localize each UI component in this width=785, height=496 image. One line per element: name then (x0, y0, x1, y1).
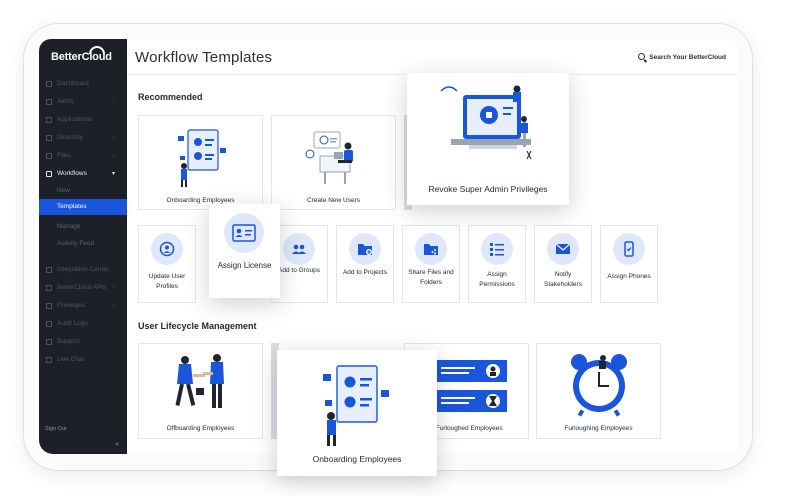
license-card-icon (224, 213, 264, 253)
sidebar-item-files[interactable]: Files › (39, 149, 127, 163)
header-bar: Workflow Templates Search Your BetterClo… (127, 39, 738, 75)
template-card-offboarding[interactable]: Offboarding Employees (138, 343, 263, 439)
checklist-icon (481, 233, 513, 265)
collapse-sidebar-icon[interactable]: « (115, 441, 119, 448)
bettercloud-logo: BetterCloud (51, 46, 112, 63)
sidebar-item-directory[interactable]: Directory › (39, 131, 127, 145)
chevron-right-icon: › (113, 285, 115, 291)
card-label: Assign Permissions (479, 271, 515, 288)
template-card-furloughing[interactable]: Furloughing Employees (536, 343, 661, 439)
sidebar-item-audit-logs[interactable]: Audit Logs (39, 317, 127, 331)
sidebar-item-applications[interactable]: Applications (39, 113, 127, 127)
sidebar-item-integration-center[interactable]: Integration Center (39, 263, 127, 277)
floating-card-onboarding[interactable]: Onboarding Employees (277, 350, 437, 476)
template-card-notify-stakeholders[interactable]: Notify Stakeholders (534, 225, 592, 303)
sign-out-link[interactable]: Sign Out (45, 426, 66, 432)
sidebar-item-workflows[interactable]: Workflows ▾ (39, 167, 127, 181)
template-card-onboarding[interactable]: Onboarding Employees (138, 115, 263, 210)
page-title: Workflow Templates (135, 49, 273, 66)
template-card-add-to-projects[interactable]: Add to Projects (336, 225, 394, 303)
files-icon (46, 153, 52, 159)
section-title-lifecycle: User Lifecycle Management (138, 321, 257, 331)
workflows-icon (46, 171, 52, 177)
sidebar: BetterCloud Dashboard Alerts › Applicatio… (39, 39, 135, 454)
card-label: Furloughing Employees (564, 425, 633, 432)
offboarding-illustration (175, 354, 224, 408)
furloughing-illustration (571, 354, 627, 417)
sidebar-item-alerts[interactable]: Alerts › (39, 95, 127, 109)
chevron-right-icon: › (113, 135, 115, 141)
sidebar-subitem-activity-feed[interactable]: Activity Feed (39, 236, 127, 252)
card-label: Share Files and Folders (408, 269, 454, 286)
card-label: Assign Phones (607, 273, 651, 280)
floating-card-label: Assign License (217, 261, 272, 270)
sidebar-item-live-chat[interactable]: Live Chat (39, 353, 127, 367)
api-icon (46, 285, 52, 291)
template-card-share-files[interactable]: Share Files and Folders (402, 225, 460, 303)
chevron-right-icon: › (113, 99, 115, 105)
onboarding-illustration (178, 129, 226, 187)
card-label: Offboarding Employees (166, 425, 235, 432)
card-label: Add to Projects (342, 269, 388, 276)
card-label: Create New Users (306, 197, 361, 204)
template-card-assign-permissions[interactable]: Assign Permissions (468, 225, 526, 303)
revoke-admin-illustration (440, 85, 532, 160)
floating-card-label: Revoke Super Admin Privileges (428, 184, 548, 194)
integration-icon (46, 267, 52, 273)
sidebar-item-support[interactable]: Support (39, 335, 127, 349)
folder-share-icon (415, 233, 447, 265)
chevron-right-icon: › (113, 153, 115, 159)
mail-icon (547, 233, 579, 265)
sidebar-subitem-new[interactable]: New (39, 183, 127, 199)
applications-icon (46, 117, 52, 123)
phone-icon (613, 233, 645, 265)
alert-icon (46, 99, 52, 105)
template-card-update-user-profiles[interactable]: Update User Profiles (138, 225, 196, 303)
template-card-assign-phones[interactable]: Assign Phones (600, 225, 658, 303)
dashboard-icon (46, 81, 52, 87)
chevron-down-icon: ▾ (111, 171, 115, 177)
sidebar-item-privileges[interactable]: Privileges › (39, 299, 127, 313)
section-title-recommended: Recommended (138, 92, 203, 102)
search-button[interactable]: Search Your BetterCloud (638, 52, 726, 61)
onboarding-illustration (323, 365, 389, 446)
audit-log-icon (46, 321, 52, 327)
sidebar-item-dashboard[interactable]: Dashboard (39, 77, 127, 91)
sidebar-subitem-manage[interactable]: Manage (39, 219, 127, 235)
card-label: Notify Stakeholders (544, 271, 582, 288)
sidebar-item-apis[interactable]: BetterCloud APIs › (39, 281, 127, 295)
card-label: Update User Profiles (148, 273, 186, 290)
directory-icon (46, 135, 52, 141)
floating-card-revoke-admin[interactable]: Revoke Super Admin Privileges (407, 73, 569, 205)
floating-card-assign-license[interactable]: Assign License (209, 204, 280, 298)
furloughed-illustration (433, 360, 507, 412)
search-icon (638, 53, 646, 60)
chevron-right-icon: › (113, 303, 115, 309)
chat-icon (46, 357, 52, 363)
group-icon (283, 233, 315, 265)
create-users-illustration (305, 131, 353, 184)
privileges-icon (46, 303, 52, 309)
folder-plus-icon (349, 233, 381, 265)
template-card-create-new-users[interactable]: Create New Users (271, 115, 396, 210)
sidebar-subitem-templates[interactable]: Templates (39, 199, 135, 215)
floating-card-label: Onboarding Employees (312, 454, 402, 464)
user-refresh-icon (151, 233, 183, 265)
support-icon (46, 339, 52, 345)
